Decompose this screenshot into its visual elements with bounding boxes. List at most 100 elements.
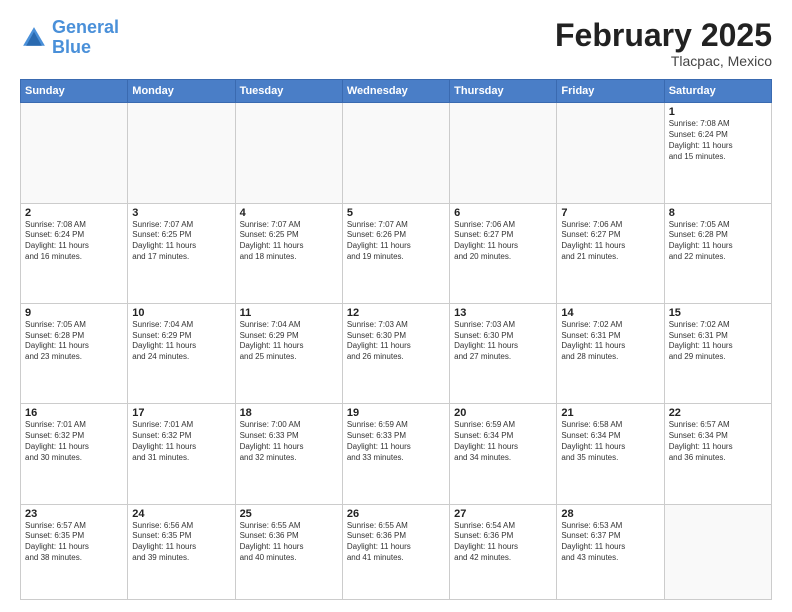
- day-info: Sunrise: 7:02 AM Sunset: 6:31 PM Dayligh…: [561, 320, 659, 363]
- calendar-cell: 5Sunrise: 7:07 AM Sunset: 6:26 PM Daylig…: [342, 203, 449, 303]
- day-number: 8: [669, 207, 767, 219]
- calendar-table: SundayMondayTuesdayWednesdayThursdayFrid…: [20, 79, 772, 600]
- day-number: 15: [669, 307, 767, 319]
- day-info: Sunrise: 7:06 AM Sunset: 6:27 PM Dayligh…: [561, 220, 659, 263]
- month-year: February 2025: [555, 18, 772, 53]
- day-number: 24: [132, 508, 230, 520]
- day-number: 13: [454, 307, 552, 319]
- calendar-cell: [235, 103, 342, 203]
- day-info: Sunrise: 6:58 AM Sunset: 6:34 PM Dayligh…: [561, 420, 659, 463]
- calendar-cell: 13Sunrise: 7:03 AM Sunset: 6:30 PM Dayli…: [450, 303, 557, 403]
- calendar-cell: [664, 504, 771, 600]
- calendar-cell: 4Sunrise: 7:07 AM Sunset: 6:25 PM Daylig…: [235, 203, 342, 303]
- calendar-cell: 19Sunrise: 6:59 AM Sunset: 6:33 PM Dayli…: [342, 404, 449, 504]
- calendar-cell: 14Sunrise: 7:02 AM Sunset: 6:31 PM Dayli…: [557, 303, 664, 403]
- day-number: 27: [454, 508, 552, 520]
- day-info: Sunrise: 7:07 AM Sunset: 6:25 PM Dayligh…: [132, 220, 230, 263]
- weekday-header-sunday: Sunday: [21, 80, 128, 103]
- calendar-cell: 17Sunrise: 7:01 AM Sunset: 6:32 PM Dayli…: [128, 404, 235, 504]
- logo: General Blue: [20, 18, 119, 58]
- calendar-cell: 11Sunrise: 7:04 AM Sunset: 6:29 PM Dayli…: [235, 303, 342, 403]
- calendar-cell: 27Sunrise: 6:54 AM Sunset: 6:36 PM Dayli…: [450, 504, 557, 600]
- day-info: Sunrise: 7:07 AM Sunset: 6:25 PM Dayligh…: [240, 220, 338, 263]
- weekday-header-saturday: Saturday: [664, 80, 771, 103]
- day-number: 19: [347, 407, 445, 419]
- header: General Blue February 2025 Tlacpac, Mexi…: [20, 18, 772, 69]
- day-info: Sunrise: 7:04 AM Sunset: 6:29 PM Dayligh…: [132, 320, 230, 363]
- weekday-header-thursday: Thursday: [450, 80, 557, 103]
- calendar-week-1: 1Sunrise: 7:08 AM Sunset: 6:24 PM Daylig…: [21, 103, 772, 203]
- calendar-cell: [21, 103, 128, 203]
- day-number: 22: [669, 407, 767, 419]
- day-number: 6: [454, 207, 552, 219]
- day-info: Sunrise: 7:05 AM Sunset: 6:28 PM Dayligh…: [669, 220, 767, 263]
- day-number: 11: [240, 307, 338, 319]
- calendar-cell: [342, 103, 449, 203]
- calendar-week-4: 16Sunrise: 7:01 AM Sunset: 6:32 PM Dayli…: [21, 404, 772, 504]
- day-number: 10: [132, 307, 230, 319]
- logo-text: General Blue: [52, 18, 119, 58]
- day-number: 7: [561, 207, 659, 219]
- calendar-cell: 22Sunrise: 6:57 AM Sunset: 6:34 PM Dayli…: [664, 404, 771, 504]
- day-number: 18: [240, 407, 338, 419]
- calendar-cell: 28Sunrise: 6:53 AM Sunset: 6:37 PM Dayli…: [557, 504, 664, 600]
- calendar-cell: 3Sunrise: 7:07 AM Sunset: 6:25 PM Daylig…: [128, 203, 235, 303]
- calendar-cell: 16Sunrise: 7:01 AM Sunset: 6:32 PM Dayli…: [21, 404, 128, 504]
- day-info: Sunrise: 6:54 AM Sunset: 6:36 PM Dayligh…: [454, 521, 552, 564]
- calendar-cell: 10Sunrise: 7:04 AM Sunset: 6:29 PM Dayli…: [128, 303, 235, 403]
- calendar-cell: 2Sunrise: 7:08 AM Sunset: 6:24 PM Daylig…: [21, 203, 128, 303]
- day-number: 21: [561, 407, 659, 419]
- calendar-cell: 12Sunrise: 7:03 AM Sunset: 6:30 PM Dayli…: [342, 303, 449, 403]
- day-info: Sunrise: 7:04 AM Sunset: 6:29 PM Dayligh…: [240, 320, 338, 363]
- day-info: Sunrise: 7:08 AM Sunset: 6:24 PM Dayligh…: [669, 119, 767, 162]
- calendar-cell: 20Sunrise: 6:59 AM Sunset: 6:34 PM Dayli…: [450, 404, 557, 504]
- calendar-cell: 8Sunrise: 7:05 AM Sunset: 6:28 PM Daylig…: [664, 203, 771, 303]
- logo-icon: [20, 24, 48, 52]
- day-info: Sunrise: 7:05 AM Sunset: 6:28 PM Dayligh…: [25, 320, 123, 363]
- day-number: 3: [132, 207, 230, 219]
- calendar-cell: 26Sunrise: 6:55 AM Sunset: 6:36 PM Dayli…: [342, 504, 449, 600]
- day-info: Sunrise: 7:08 AM Sunset: 6:24 PM Dayligh…: [25, 220, 123, 263]
- calendar-cell: 25Sunrise: 6:55 AM Sunset: 6:36 PM Dayli…: [235, 504, 342, 600]
- day-info: Sunrise: 7:03 AM Sunset: 6:30 PM Dayligh…: [454, 320, 552, 363]
- calendar-cell: [557, 103, 664, 203]
- day-info: Sunrise: 7:02 AM Sunset: 6:31 PM Dayligh…: [669, 320, 767, 363]
- day-number: 25: [240, 508, 338, 520]
- title-block: February 2025 Tlacpac, Mexico: [555, 18, 772, 69]
- calendar-cell: 1Sunrise: 7:08 AM Sunset: 6:24 PM Daylig…: [664, 103, 771, 203]
- location: Tlacpac, Mexico: [555, 53, 772, 69]
- day-info: Sunrise: 6:59 AM Sunset: 6:34 PM Dayligh…: [454, 420, 552, 463]
- day-info: Sunrise: 6:57 AM Sunset: 6:34 PM Dayligh…: [669, 420, 767, 463]
- day-info: Sunrise: 7:00 AM Sunset: 6:33 PM Dayligh…: [240, 420, 338, 463]
- weekday-header-wednesday: Wednesday: [342, 80, 449, 103]
- calendar-week-2: 2Sunrise: 7:08 AM Sunset: 6:24 PM Daylig…: [21, 203, 772, 303]
- day-number: 5: [347, 207, 445, 219]
- day-number: 4: [240, 207, 338, 219]
- day-info: Sunrise: 7:06 AM Sunset: 6:27 PM Dayligh…: [454, 220, 552, 263]
- calendar-week-3: 9Sunrise: 7:05 AM Sunset: 6:28 PM Daylig…: [21, 303, 772, 403]
- day-number: 26: [347, 508, 445, 520]
- day-number: 2: [25, 207, 123, 219]
- calendar-cell: 18Sunrise: 7:00 AM Sunset: 6:33 PM Dayli…: [235, 404, 342, 504]
- calendar-cell: 15Sunrise: 7:02 AM Sunset: 6:31 PM Dayli…: [664, 303, 771, 403]
- day-number: 17: [132, 407, 230, 419]
- day-info: Sunrise: 6:53 AM Sunset: 6:37 PM Dayligh…: [561, 521, 659, 564]
- calendar-cell: 24Sunrise: 6:56 AM Sunset: 6:35 PM Dayli…: [128, 504, 235, 600]
- day-number: 12: [347, 307, 445, 319]
- calendar-cell: [128, 103, 235, 203]
- day-number: 23: [25, 508, 123, 520]
- page: General Blue February 2025 Tlacpac, Mexi…: [0, 0, 792, 612]
- day-info: Sunrise: 7:03 AM Sunset: 6:30 PM Dayligh…: [347, 320, 445, 363]
- calendar-cell: [450, 103, 557, 203]
- calendar-week-5: 23Sunrise: 6:57 AM Sunset: 6:35 PM Dayli…: [21, 504, 772, 600]
- calendar-cell: 7Sunrise: 7:06 AM Sunset: 6:27 PM Daylig…: [557, 203, 664, 303]
- day-info: Sunrise: 6:57 AM Sunset: 6:35 PM Dayligh…: [25, 521, 123, 564]
- day-number: 28: [561, 508, 659, 520]
- calendar-cell: 6Sunrise: 7:06 AM Sunset: 6:27 PM Daylig…: [450, 203, 557, 303]
- day-number: 1: [669, 106, 767, 118]
- day-info: Sunrise: 6:55 AM Sunset: 6:36 PM Dayligh…: [347, 521, 445, 564]
- day-info: Sunrise: 6:59 AM Sunset: 6:33 PM Dayligh…: [347, 420, 445, 463]
- weekday-header-friday: Friday: [557, 80, 664, 103]
- day-number: 20: [454, 407, 552, 419]
- weekday-header-monday: Monday: [128, 80, 235, 103]
